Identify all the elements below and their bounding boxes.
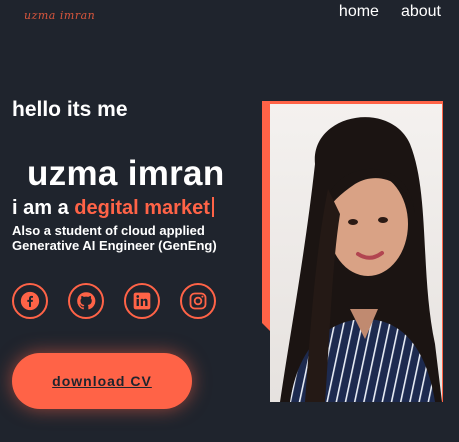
social-links	[12, 283, 216, 319]
hero-role: i am a degital market	[12, 197, 214, 220]
linkedin-link[interactable]	[124, 283, 160, 319]
nav-home-link[interactable]: home	[339, 3, 379, 21]
profile-photo	[270, 104, 442, 402]
role-prefix: i am a	[12, 197, 69, 219]
linkedin-icon	[133, 292, 151, 310]
role-highlight: degital market	[74, 197, 210, 219]
github-icon	[77, 292, 96, 310]
github-link[interactable]	[68, 283, 104, 319]
download-cv-button[interactable]: download CV	[12, 353, 192, 409]
typing-cursor	[211, 197, 214, 217]
hero-greeting: hello its me	[12, 98, 128, 121]
tagline-line-2: Generative AI Engineer (GenEng)	[12, 238, 217, 253]
nav-about-link[interactable]: about	[401, 3, 441, 21]
facebook-link[interactable]	[12, 283, 48, 319]
site-logo[interactable]: uzma imran	[24, 9, 95, 22]
instagram-icon	[189, 292, 207, 310]
instagram-link[interactable]	[180, 283, 216, 319]
facebook-icon	[20, 291, 40, 311]
tagline-line-1: Also a student of cloud applied	[12, 223, 205, 238]
main-nav: home about	[339, 3, 441, 21]
hero-name: uzma imran	[27, 154, 225, 193]
hero-tagline: Also a student of cloud applied Generati…	[12, 223, 217, 253]
